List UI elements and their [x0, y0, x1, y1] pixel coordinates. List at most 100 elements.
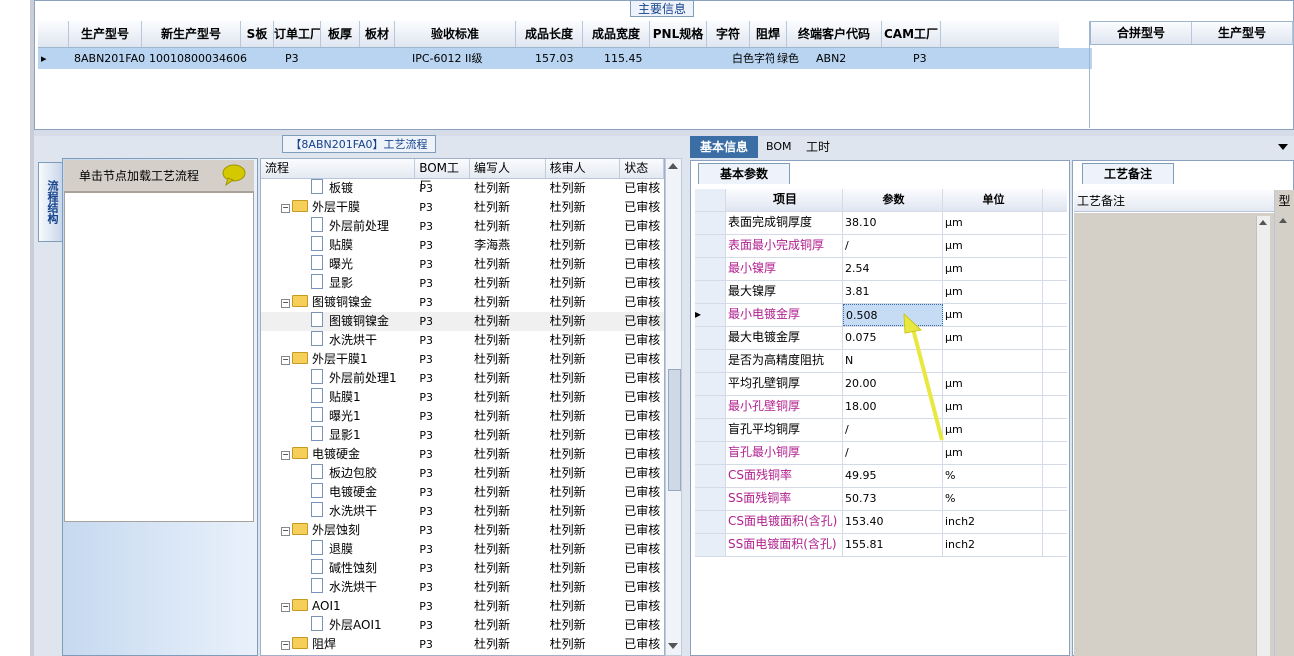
grid-cell[interactable]: 10010800034606	[146, 48, 247, 69]
grid-cell[interactable]	[331, 48, 372, 69]
flow-row[interactable]: 曝光1 P3 杜列新 杜列新 已审核	[261, 407, 664, 426]
tab-work-hours[interactable]: 工时	[806, 136, 846, 158]
column-header[interactable]: 新生产型号	[142, 21, 241, 47]
flow-title-tab[interactable]: 【8ABN201FA0】工艺流程	[282, 135, 436, 153]
flow-tree[interactable]: 流程 BOM工厂 编写人 核审人 状态 板镀 P3 杜列新 杜列新 已审核 − 外层干膜 P3 杜列新 杜列…	[260, 158, 665, 656]
param-value[interactable]: 49.95	[843, 465, 943, 487]
collapse-icon[interactable]: −	[281, 204, 290, 213]
flow-structure-list[interactable]	[64, 192, 254, 522]
scroll-up-icon[interactable]	[1259, 220, 1267, 225]
collapse-icon[interactable]: −	[281, 603, 290, 612]
tab-basic-info[interactable]: 基本信息	[690, 136, 758, 158]
main-grid-selected-row[interactable]: ▸ 8ABN201FA0 10010800034606 P3 IPC-6012 II级 1…	[38, 48, 1092, 69]
param-row[interactable]: CS面电镀面积(含孔) 153.40 inch2	[695, 511, 1067, 534]
flow-row[interactable]: 显影 P3 杜列新 杜列新 已审核	[261, 274, 664, 293]
flow-row[interactable]: 显影1 P3 杜列新 杜列新 已审核	[261, 426, 664, 445]
flow-row[interactable]: 贴膜 P3 李海燕 杜列新 已审核	[261, 236, 664, 255]
column-header[interactable]: 板厚	[321, 21, 360, 47]
grid-cell[interactable]: 绿色	[774, 48, 813, 69]
param-value[interactable]: 2.54	[843, 258, 943, 280]
param-value[interactable]: 155.81	[843, 534, 943, 556]
column-header[interactable]: 字符	[707, 21, 750, 47]
merge-column-header[interactable]: 合拼型号	[1091, 22, 1192, 44]
collapse-icon[interactable]: −	[281, 527, 290, 536]
tab-bom[interactable]: BOM	[766, 136, 796, 158]
tabs-dropdown-icon[interactable]	[1278, 144, 1288, 150]
grid-cell[interactable]: 8ABN201FA0	[71, 48, 146, 69]
collapse-icon[interactable]: −	[281, 641, 290, 650]
process-notes-tab[interactable]: 工艺备注	[1082, 163, 1174, 184]
scroll-up-icon[interactable]	[668, 163, 678, 169]
scroll-up-icon[interactable]	[1279, 218, 1287, 223]
column-header[interactable]: 订单工厂	[274, 21, 321, 47]
grid-cell[interactable]: IPC-6012 II级	[409, 48, 532, 69]
param-row[interactable]: 最小镍厚 2.54 μm	[695, 258, 1067, 281]
merge-column-header[interactable]: 生产型号	[1192, 22, 1293, 44]
grid-cell[interactable]: P3	[910, 48, 971, 69]
flow-row[interactable]: 图镀铜镍金 P3 杜列新 杜列新 已审核	[261, 312, 664, 331]
grid-cell[interactable]: 115.45	[601, 48, 670, 69]
column-header[interactable]: 验收标准	[395, 21, 516, 47]
process-notes-scrollbar[interactable]	[1256, 216, 1270, 656]
column-header[interactable]: 终端客户代码	[787, 21, 882, 47]
flow-row[interactable]: 贴膜1 P3 杜列新 杜列新 已审核	[261, 388, 664, 407]
collapse-icon[interactable]: −	[281, 356, 290, 365]
flow-row[interactable]: 退膜 P3 杜列新 杜列新 已审核	[261, 540, 664, 559]
column-header[interactable]: 成品长度	[516, 21, 583, 47]
flow-row[interactable]: 水洗烘干 P3 杜列新 杜列新 已审核	[261, 578, 664, 597]
param-row[interactable]: SS面残铜率 50.73%	[695, 488, 1067, 511]
flow-row[interactable]: − AOI1 P3 杜列新 杜列新 已审核	[261, 597, 664, 616]
grid-cell[interactable]: 白色字符	[729, 48, 774, 69]
param-value[interactable]: 38.10	[843, 212, 943, 234]
flow-row[interactable]: 电镀硬金 P3 杜列新 杜列新 已审核	[261, 483, 664, 502]
flow-column-header[interactable]: 状态	[620, 159, 664, 178]
column-header[interactable]: 生产型号	[69, 21, 142, 47]
scroll-down-icon[interactable]	[668, 643, 678, 649]
basic-params-tab[interactable]: 基本参数	[698, 163, 790, 184]
flow-row[interactable]: 水洗烘干 P3 杜列新 杜列新 已审核	[261, 331, 664, 350]
params-column-header[interactable]: 项目	[726, 189, 843, 211]
flow-row[interactable]: − 图镀铜镍金 P3 杜列新 杜列新 已审核	[261, 293, 664, 312]
grid-cell[interactable]: ABN2	[813, 48, 910, 69]
param-row[interactable]: 表面完成铜厚度 38.10 μm	[695, 212, 1067, 235]
process-notes-body[interactable]	[1074, 213, 1274, 656]
flow-row[interactable]: 曝光 P3 杜列新 杜列新 已审核	[261, 255, 664, 274]
flow-row[interactable]: 碱性蚀刻 P3 杜列新 杜列新 已审核	[261, 559, 664, 578]
column-header[interactable]: S板	[241, 21, 274, 47]
column-header[interactable]: 板材	[360, 21, 395, 47]
flow-row[interactable]: 板边包胶 P3 杜列新 杜列新 已审核	[261, 464, 664, 483]
flow-row[interactable]: 外层前处理 P3 杜列新 杜列新 已审核	[261, 217, 664, 236]
param-row[interactable]: CS面残铜率 49.95%	[695, 465, 1067, 488]
flow-row[interactable]: − 阻焊 P3 杜列新 杜列新 已审核	[261, 635, 664, 654]
flow-row[interactable]: 板镀 P3 杜列新 杜列新 已审核	[261, 179, 664, 198]
flow-tree-scrollbar[interactable]	[665, 158, 682, 656]
flow-column-header[interactable]: 核审人	[546, 159, 621, 178]
flow-row[interactable]: 水洗烘干 P3 杜列新 杜列新 已审核	[261, 502, 664, 521]
param-value[interactable]: 153.40	[843, 511, 943, 533]
grid-cell[interactable]	[247, 48, 282, 69]
params-column-header[interactable]: 参数	[843, 189, 943, 211]
scroll-thumb[interactable]	[668, 369, 681, 491]
flow-structure-tab[interactable]: 流程结构	[38, 162, 62, 242]
grid-cell[interactable]: 157.03	[532, 48, 601, 69]
flow-column-header[interactable]: BOM工厂	[415, 159, 470, 193]
flow-column-header[interactable]: 编写人	[470, 159, 546, 178]
param-value[interactable]: 50.73	[843, 488, 943, 510]
flow-row[interactable]: − 电镀硬金 P3 杜列新 杜列新 已审核	[261, 445, 664, 464]
collapse-icon[interactable]: −	[281, 299, 290, 308]
params-column-header[interactable]: 单位	[943, 189, 1043, 211]
grid-cell[interactable]: P3	[282, 48, 331, 69]
column-header[interactable]: CAM工厂	[882, 21, 941, 47]
collapse-icon[interactable]: −	[281, 451, 290, 460]
column-header[interactable]: 阻焊	[750, 21, 787, 47]
flow-row[interactable]: 外层AOI1 P3 杜列新 杜列新 已审核	[261, 616, 664, 635]
column-header[interactable]: PNL规格	[650, 21, 707, 47]
flow-row[interactable]: − 外层蚀刻 P3 杜列新 杜列新 已审核	[261, 521, 664, 540]
flow-row[interactable]: − 外层干膜1 P3 杜列新 杜列新 已审核	[261, 350, 664, 369]
grid-cell[interactable]	[372, 48, 409, 69]
grid-cell[interactable]	[670, 48, 729, 69]
param-row[interactable]: 表面最小完成铜厚 / μm	[695, 235, 1067, 258]
flow-column-header[interactable]: 流程	[261, 159, 416, 178]
column-header[interactable]: 成品宽度	[583, 21, 650, 47]
param-value[interactable]: /	[843, 235, 943, 257]
